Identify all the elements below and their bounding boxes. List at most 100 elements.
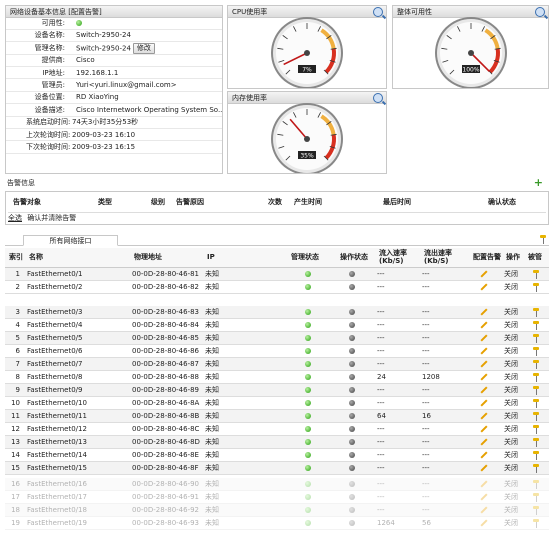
interface-column-header[interactable]: 配置告警 [473,253,501,261]
toggle-link[interactable]: 关闭 [502,422,524,436]
edit-icon[interactable] [480,321,488,329]
toggle-link[interactable]: 关闭 [502,370,524,384]
interface-row[interactable]: 6 FastEthernet0/6 00-0D-28-80-46-86 未知 --- --… [5,344,549,358]
pin-icon[interactable] [533,464,539,473]
toggle-link[interactable]: 关闭 [502,383,524,397]
edit-icon[interactable] [480,360,488,368]
interface-column-header[interactable]: 索引 [9,253,23,261]
edit-icon[interactable] [480,464,488,472]
pin-icon[interactable] [533,270,539,279]
alert-column-header[interactable]: 类型 [98,197,112,207]
toggle-link[interactable]: 关闭 [502,478,524,491]
pin-icon[interactable] [533,386,539,395]
interface-row[interactable]: 2 FastEthernet0/2 00-0D-28-80-46-82 未知 --- --… [5,280,549,294]
edit-icon[interactable] [480,283,488,291]
edit-icon[interactable] [480,506,488,514]
interface-column-header[interactable]: 名称 [29,253,43,261]
toggle-link[interactable]: 关闭 [502,357,524,371]
interface-column-header[interactable]: 操作状态 [340,253,368,261]
interface-column-header[interactable]: 物理地址 [134,253,162,261]
toggle-link[interactable]: 关闭 [502,280,524,294]
zoom-icon[interactable] [535,7,545,17]
config-alert-link[interactable]: [配置告警] [68,8,101,16]
edit-icon[interactable] [480,399,488,407]
interface-row[interactable]: 3 FastEthernet0/3 00-0D-28-80-46-83 未知 --- --… [5,306,549,319]
pin-icon[interactable] [533,399,539,408]
interface-column-header[interactable]: 操作 [506,253,520,261]
zoom-icon[interactable] [373,7,383,17]
alert-column-header[interactable]: 最后时间 [383,197,411,207]
pin-icon[interactable] [533,480,539,489]
toggle-link[interactable]: 关闭 [502,409,524,423]
interface-row[interactable]: 10 FastEthernet0/10 00-0D-28-80-46-8A 未知 ---… [5,396,549,410]
alert-column-header[interactable]: 产生时间 [294,197,322,207]
edit-icon[interactable] [480,270,488,278]
zoom-icon[interactable] [373,93,383,103]
pin-icon[interactable] [533,360,539,369]
pin-icon[interactable] [533,438,539,447]
alert-column-header[interactable]: 次数 [268,197,282,207]
edit-icon[interactable] [480,373,488,381]
interface-column-header[interactable]: 被管 [528,253,542,261]
pin-icon[interactable] [533,412,539,421]
interface-row[interactable]: 7 FastEthernet0/7 00-0D-28-80-46-87 未知 --- --… [5,357,549,371]
toggle-link[interactable]: 关闭 [502,461,524,475]
toggle-link[interactable]: 关闭 [502,503,524,517]
alert-column-header[interactable]: 确认状态 [488,197,516,207]
toggle-link[interactable]: 关闭 [502,306,524,319]
interface-row[interactable]: 5 FastEthernet0/5 00-0D-28-80-46-85 未知 --- --… [5,331,549,345]
interface-row[interactable]: 14 FastEthernet0/14 00-0D-28-80-46-8E 未知 ---… [5,448,549,462]
toggle-link[interactable]: 关闭 [502,331,524,345]
interface-row[interactable]: 17 FastEthernet0/17 00-0D-28-80-46-91 未知 ---… [5,490,549,504]
interface-column-header[interactable]: 流出速率(Kb/S) [424,249,468,265]
pin-icon[interactable] [533,519,539,528]
select-all-link[interactable]: 全选 [8,214,22,222]
edit-icon[interactable] [480,451,488,459]
interface-row[interactable]: 12 FastEthernet0/12 00-0D-28-80-46-8C 未知 ---… [5,422,549,436]
interface-column-header[interactable]: 管理状态 [291,253,319,261]
toggle-link[interactable]: 关闭 [502,344,524,358]
toggle-link[interactable]: 关闭 [502,448,524,462]
interface-row[interactable]: 13 FastEthernet0/13 00-0D-28-80-46-8D 未知 ---… [5,435,549,449]
pin-icon[interactable] [533,347,539,356]
interface-row[interactable]: 9 FastEthernet0/9 00-0D-28-80-46-89 未知 --- --… [5,383,549,397]
rename-button[interactable]: 修改 [132,42,155,54]
pin-icon[interactable] [533,334,539,343]
confirm-clear-link[interactable]: 确认并清除告警 [27,214,76,222]
interface-column-header[interactable]: IP [207,253,215,261]
pin-icon[interactable] [533,308,539,317]
toggle-link[interactable]: 关闭 [502,490,524,504]
pin-icon[interactable] [533,373,539,382]
interface-row[interactable]: 15 FastEthernet0/15 00-0D-28-80-46-8F 未知 ---… [5,461,549,475]
interface-row[interactable]: 4 FastEthernet0/4 00-0D-28-80-46-84 未知 --- --… [5,318,549,332]
pin-icon[interactable] [533,506,539,515]
tab-all-interfaces[interactable]: 所有网络接口 [23,235,118,246]
interface-row[interactable]: 8 FastEthernet0/8 00-0D-28-80-46-88 未知 24 120… [5,370,549,384]
toggle-link[interactable]: 关闭 [502,435,524,449]
alert-column-header[interactable]: 告警对象 [13,197,41,207]
pin-icon[interactable] [533,321,539,330]
toggle-link[interactable]: 关闭 [502,268,524,281]
edit-icon[interactable] [480,519,488,527]
pin-icon[interactable] [540,235,546,244]
toggle-link[interactable]: 关闭 [502,396,524,410]
edit-icon[interactable] [480,412,488,420]
interface-row[interactable]: 19 FastEthernet0/19 00-0D-28-80-46-93 未知 126… [5,516,549,530]
alert-column-header[interactable]: 告警原因 [176,197,204,207]
edit-icon[interactable] [480,386,488,394]
toggle-link[interactable]: 关闭 [502,318,524,332]
interface-column-header[interactable]: 流入速率(Kb/S) [379,249,423,265]
interface-row[interactable]: 16 FastEthernet0/16 00-0D-28-80-46-90 未知 ---… [5,478,549,491]
add-icon[interactable]: + [534,177,543,189]
interface-row[interactable]: 11 FastEthernet0/11 00-0D-28-80-46-8B 未知 64 1… [5,409,549,423]
pin-icon[interactable] [533,451,539,460]
interface-row[interactable]: 1 FastEthernet0/1 00-0D-28-80-46-81 未知 --- --… [5,268,549,281]
pin-icon[interactable] [533,493,539,502]
interface-row[interactable]: 18 FastEthernet0/18 00-0D-28-80-46-92 未知 ---… [5,503,549,517]
edit-icon[interactable] [480,334,488,342]
edit-icon[interactable] [480,493,488,501]
alert-column-header[interactable]: 级别 [151,197,165,207]
pin-icon[interactable] [533,425,539,434]
edit-icon[interactable] [480,308,488,316]
edit-icon[interactable] [480,480,488,488]
